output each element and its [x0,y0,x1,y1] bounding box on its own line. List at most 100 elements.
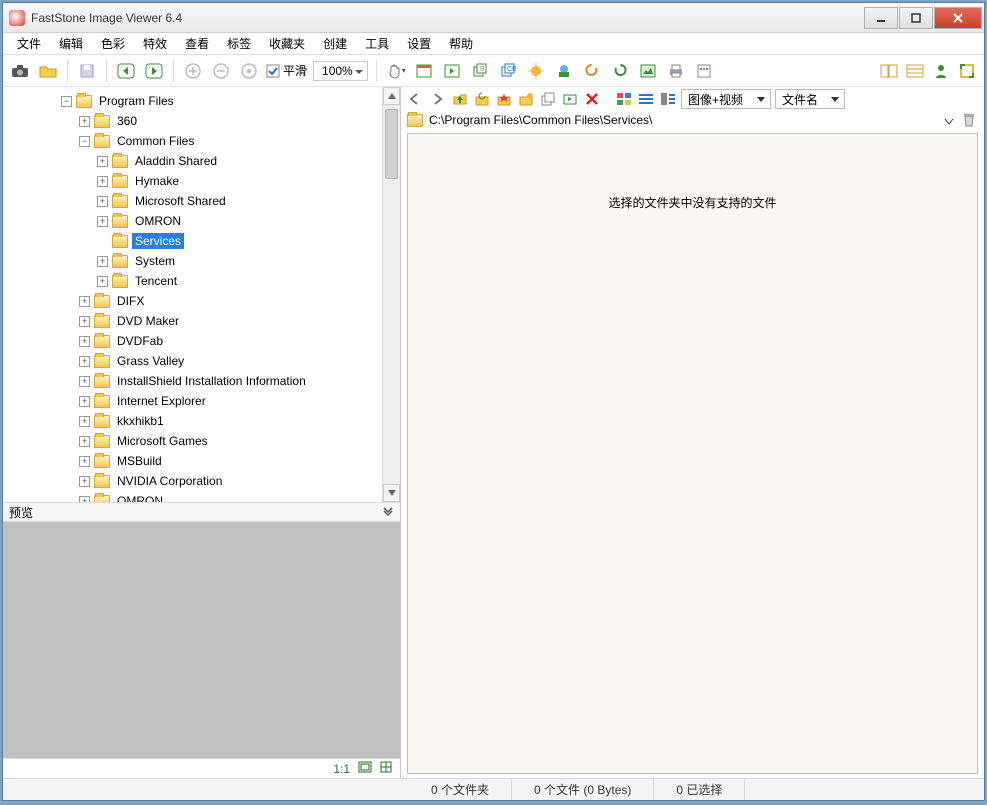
tree-item[interactable]: +Aladdin Shared [3,151,382,171]
expand-icon[interactable]: + [79,456,90,467]
compare-icon[interactable] [441,60,463,82]
menu-item-8[interactable]: 工具 [357,33,397,54]
tree-item[interactable]: −Program Files [3,91,382,111]
tree-item[interactable]: +DIFX [3,291,382,311]
batch-rename-icon[interactable]: CB [497,60,519,82]
acquire-icon[interactable] [9,60,31,82]
tree-item[interactable]: +Microsoft Games [3,431,382,451]
expand-icon[interactable]: + [97,256,108,267]
menu-item-5[interactable]: 标签 [219,33,259,54]
expand-icon[interactable]: + [79,316,90,327]
fullscreen-icon[interactable] [956,60,978,82]
tree-item[interactable]: −Common Files [3,131,382,151]
expand-icon[interactable]: + [79,496,90,503]
tree-item[interactable]: +NVIDIA Corporation [3,471,382,491]
tree-scrollbar[interactable] [382,87,400,502]
tree-item[interactable]: +OMRON [3,211,382,231]
scroll-thumb[interactable] [385,109,398,179]
tree-item[interactable]: +Internet Explorer [3,391,382,411]
smooth-checkbox[interactable]: 平滑 [266,62,307,79]
tree-item[interactable]: +kkxhikb1 [3,411,382,431]
expand-icon[interactable]: + [97,216,108,227]
zoom-actual-icon[interactable] [238,60,260,82]
menu-item-6[interactable]: 收藏夹 [261,33,313,54]
expand-icon[interactable]: + [79,296,90,307]
view-toggle-icon[interactable] [659,90,677,108]
menu-item-9[interactable]: 设置 [399,33,439,54]
tree-item[interactable]: +System [3,251,382,271]
filter-combo[interactable]: 图像+视频 [681,89,771,109]
scroll-up-icon[interactable] [383,87,400,105]
view-list-icon[interactable] [637,90,655,108]
zoom-combo[interactable]: 100% [313,61,368,81]
tree-item[interactable]: +Microsoft Shared [3,191,382,211]
menu-item-7[interactable]: 创建 [315,33,355,54]
content-area[interactable]: 选择的文件夹中没有支持的文件 [407,133,978,774]
maximize-button[interactable] [899,7,933,29]
prev-icon[interactable] [115,60,137,82]
expand-icon[interactable]: + [79,376,90,387]
menu-item-2[interactable]: 色彩 [93,33,133,54]
path-dropdown-icon[interactable] [944,115,954,125]
nav-delete-icon[interactable] [583,90,601,108]
rotate-right-icon[interactable] [609,60,631,82]
expand-icon[interactable]: + [79,116,90,127]
expand-icon[interactable]: + [79,356,90,367]
tree-item[interactable]: +OMRON [3,491,382,502]
wallpaper-icon[interactable] [637,60,659,82]
tree-item[interactable]: +Hymake [3,171,382,191]
close-button[interactable] [934,7,982,29]
scroll-down-icon[interactable] [383,484,400,502]
rotate-left-icon[interactable] [581,60,603,82]
preview-header[interactable]: 预览 [3,502,400,522]
nav-newfolder-icon[interactable] [517,90,535,108]
collapse-icon[interactable]: − [61,96,72,107]
tree-item[interactable]: +DVDFab [3,331,382,351]
menu-item-0[interactable]: 文件 [9,33,49,54]
zoom-out-icon[interactable] [210,60,232,82]
expand-icon[interactable]: + [79,436,90,447]
chevron-down-icon[interactable] [382,505,394,519]
menu-item-3[interactable]: 特效 [135,33,175,54]
nav-back-icon[interactable] [407,90,425,108]
settings-icon[interactable] [693,60,715,82]
expand-icon[interactable]: + [79,336,90,347]
collapse-icon[interactable]: − [79,136,90,147]
view-fullscreen-person-icon[interactable] [930,60,952,82]
sort-combo[interactable]: 文件名 [775,89,845,109]
nav-fav-icon[interactable] [495,90,513,108]
tree-item[interactable]: +Grass Valley [3,351,382,371]
email-icon[interactable] [553,60,575,82]
minimize-button[interactable] [864,7,898,29]
expand-icon[interactable]: + [97,176,108,187]
lock-icon[interactable] [380,761,392,776]
open-folder-icon[interactable] [37,60,59,82]
folder-tree[interactable]: −Program Files+360−Common Files+Aladdin … [3,87,382,502]
hand-icon[interactable]: ▾ [385,60,407,82]
expand-icon[interactable]: + [79,396,90,407]
tree-item[interactable]: +InstallShield Installation Information [3,371,382,391]
expand-icon[interactable]: + [97,276,108,287]
trash-icon[interactable] [960,111,978,129]
slideshow-icon[interactable] [413,60,435,82]
tree-item[interactable]: +Tencent [3,271,382,291]
expand-icon[interactable]: + [97,196,108,207]
zoom-in-icon[interactable] [182,60,204,82]
path-text[interactable]: C:\Program Files\Common Files\Services\ [429,113,938,127]
nav-refresh-icon[interactable] [473,90,491,108]
expand-icon[interactable]: + [79,416,90,427]
nav-up-icon[interactable] [451,90,469,108]
batch-convert-icon[interactable]: B [469,60,491,82]
print-icon[interactable] [665,60,687,82]
save-icon[interactable] [76,60,98,82]
fit-icon[interactable] [358,761,372,776]
tree-item[interactable]: +MSBuild [3,451,382,471]
nav-forward-icon[interactable] [429,90,447,108]
effects-icon[interactable] [525,60,547,82]
view-detail-icon[interactable] [904,60,926,82]
expand-icon[interactable]: + [79,476,90,487]
expand-icon[interactable]: + [97,156,108,167]
view-thumbnail-icon[interactable] [878,60,900,82]
tree-item[interactable]: +DVD Maker [3,311,382,331]
nav-copy-icon[interactable] [539,90,557,108]
